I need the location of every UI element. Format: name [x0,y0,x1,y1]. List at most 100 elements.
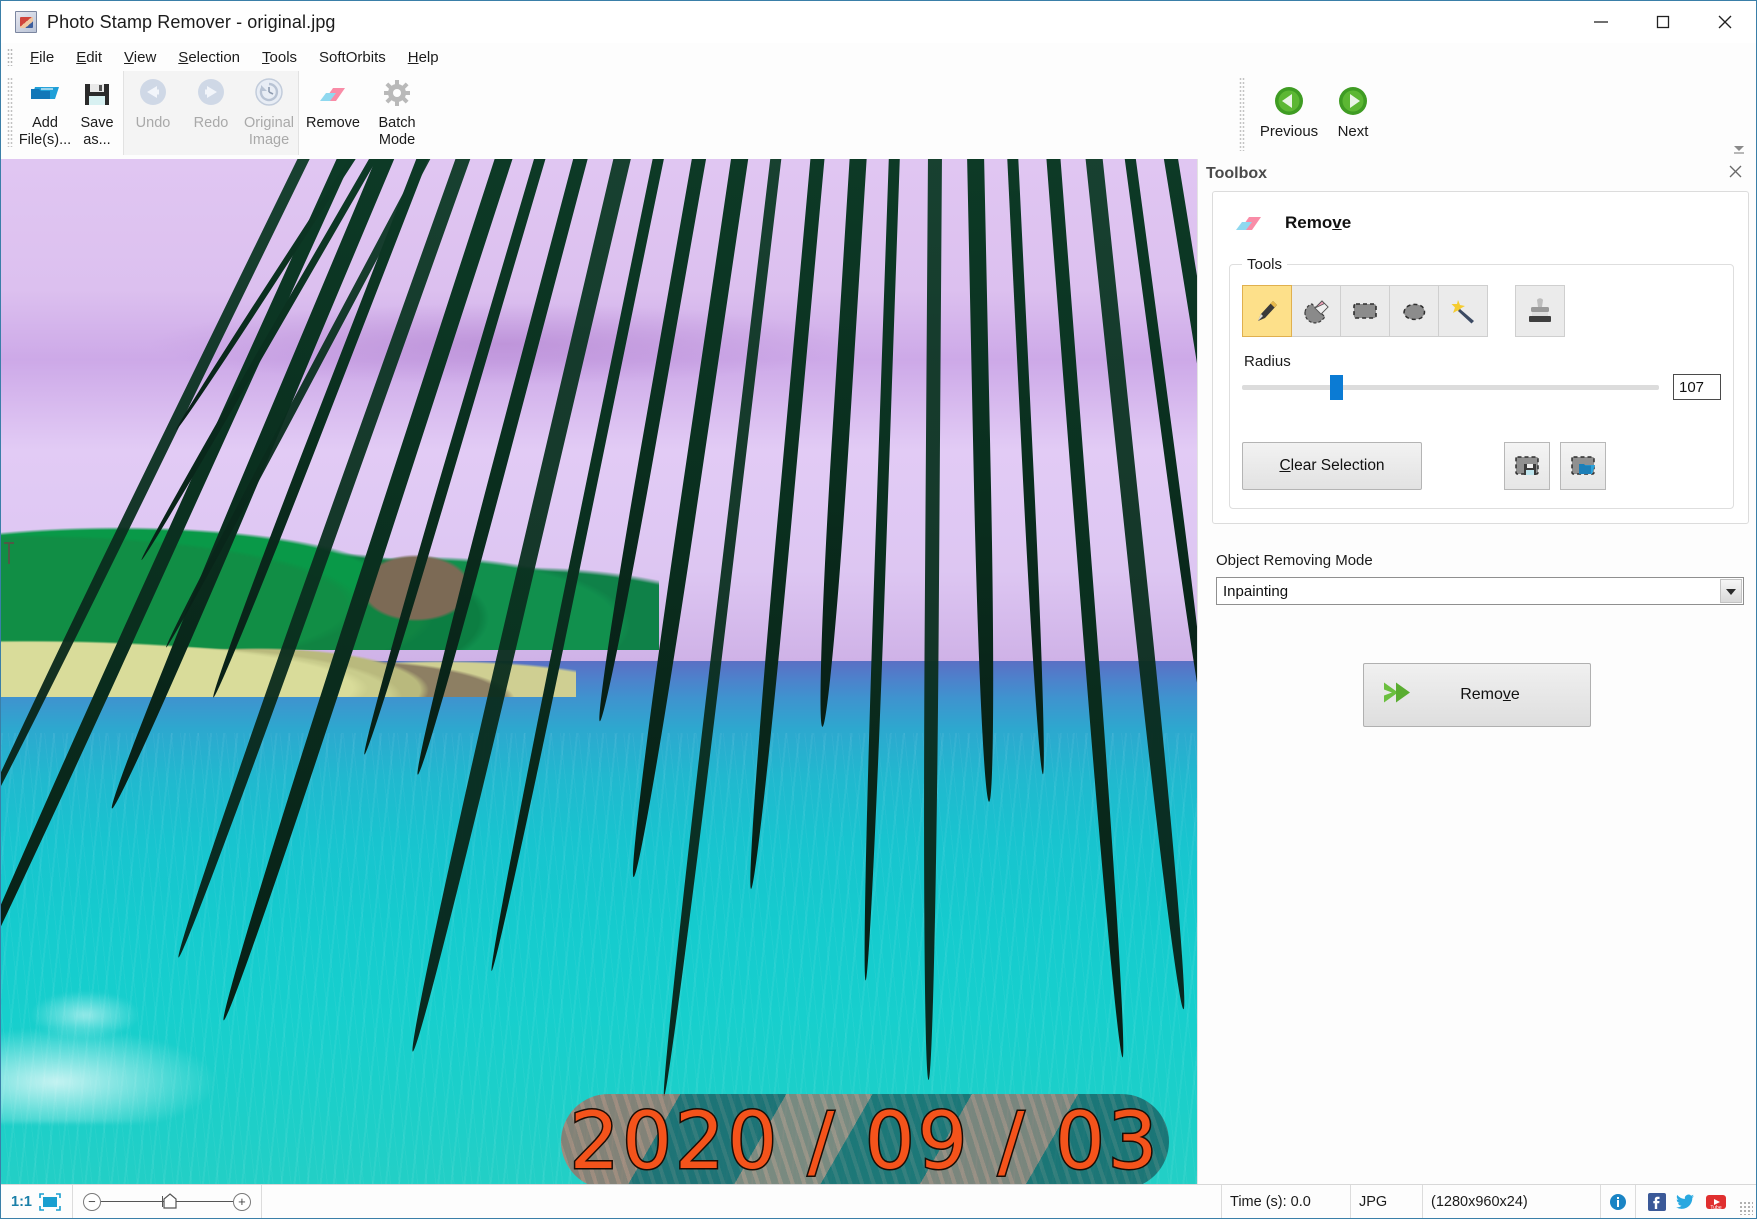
minus-icon[interactable]: − [83,1193,101,1211]
add-files-button[interactable]: Add File(s)... [19,71,71,153]
menu-item-softorbits[interactable]: SoftOrbits [308,47,397,68]
tool-pencil[interactable] [1242,285,1292,337]
eraser-tool-icon [1301,296,1331,326]
save-selection-icon [1513,452,1541,480]
window-controls [1570,1,1756,43]
batch-mode-button[interactable]: Batch Mode [367,71,427,153]
menu-item-edit[interactable]: Edit [65,47,113,68]
menu-item-view[interactable]: View [113,47,167,68]
menu-item-help[interactable]: Help [397,47,450,68]
redo-button[interactable]: Redo [182,71,240,153]
radius-label: Radius [1244,353,1721,370]
save-as-button[interactable]: Save as... [71,71,123,153]
rectangle-select-icon [1350,296,1380,326]
tool-magic-wand[interactable] [1438,285,1488,337]
ribbon-grip[interactable] [7,77,13,147]
tools-fieldset: Tools [1229,256,1734,509]
toolbox-panel: Toolbox Remove Tools [1197,159,1756,1184]
previous-button[interactable]: Previous [1257,71,1321,140]
add-files-icon [28,77,62,111]
tool-rectangle-select[interactable] [1340,285,1390,337]
twitter-icon[interactable] [1676,1193,1695,1211]
zoom-slider[interactable]: − + [72,1185,262,1218]
radius-slider-track [1242,385,1659,390]
watermark-text: 2020 / 09 / 03 [570,1103,1161,1181]
radius-row: 107 [1242,374,1721,400]
tool-lasso-select[interactable] [1389,285,1439,337]
undo-label: Undo [136,115,171,132]
minimize-icon[interactable] [1570,1,1632,43]
youtube-icon[interactable]: Tube [1705,1193,1727,1211]
next-button[interactable]: Next [1321,71,1385,140]
lasso-icon [1399,296,1429,326]
eraser-icon [1229,206,1269,240]
original-image-button[interactable]: Original Image [240,71,298,153]
facebook-icon[interactable] [1648,1193,1666,1211]
resize-grip[interactable] [1739,1201,1753,1215]
green-right-arrow-icon [1337,85,1369,117]
green-left-arrow-icon [1273,85,1305,117]
social-links: Tube [1636,1185,1739,1218]
radius-value-input[interactable]: 107 [1673,374,1721,400]
save-selection-button[interactable] [1504,442,1550,490]
status-spacer [262,1185,1221,1218]
chevron-down-icon[interactable] [1720,579,1742,603]
title-bar: Photo Stamp Remover - original.jpg [1,1,1756,43]
remove-ribbon-label: Remove [306,115,360,132]
previous-label: Previous [1260,123,1318,140]
object-removing-mode-select[interactable]: Inpainting [1216,577,1744,605]
close-icon[interactable] [1694,1,1756,43]
selection-actions-row: Clear Selection [1242,442,1721,490]
zoom-ratio-label: 1:1 [1,1185,38,1218]
sky-cloud-band [145,303,863,385]
main-body: 2020 / 09 / 03 Toolbox Remove [1,159,1756,1184]
stamp-icon [1525,296,1555,326]
remove-tool-label: Remove [1285,213,1351,233]
radius-slider-thumb[interactable] [1330,375,1343,400]
load-selection-button[interactable] [1560,442,1606,490]
tools-group-label: Tools [1242,256,1287,273]
menu-item-selection[interactable]: Selection [167,47,251,68]
format-status: JPG [1351,1185,1423,1218]
redo-label: Redo [194,115,229,132]
magic-wand-icon [1448,296,1478,326]
info-icon [1609,1193,1627,1211]
nav-grip [1239,77,1245,151]
image-canvas[interactable]: 2020 / 09 / 03 [1,159,1197,1184]
batch-mode-label: Batch Mode [367,115,427,149]
clear-selection-button[interactable]: Clear Selection [1242,442,1422,490]
fit-to-window-icon [38,1192,62,1212]
info-button[interactable] [1601,1185,1636,1218]
add-files-label: Add File(s)... [19,115,71,149]
pencil-icon [1252,296,1282,326]
radius-slider[interactable] [1242,374,1659,400]
menu-item-file[interactable]: File [19,47,65,68]
undo-button[interactable]: Undo [124,71,182,153]
tool-stamp[interactable] [1515,285,1565,337]
menu-grip[interactable] [7,48,13,66]
svg-text:Tube: Tube [1710,1205,1721,1211]
menu-item-tools[interactable]: Tools [251,47,308,68]
date-watermark[interactable]: 2020 / 09 / 03 [561,1094,1169,1184]
ribbon-expand-icon[interactable] [1730,143,1748,157]
zoom-slider-thumb[interactable] [163,1193,177,1213]
maximize-icon[interactable] [1632,1,1694,43]
status-bar: 1:1 − + Time (s): 0.0 JPG [1,1184,1756,1218]
menu-bar: File Edit View Selection Tools SoftOrbit… [1,43,1756,71]
gear-icon [380,77,414,111]
tool-eraser[interactable] [1291,285,1341,337]
next-label: Next [1338,123,1369,140]
island-region [1,482,659,697]
close-icon[interactable] [1725,165,1746,183]
remove-action-button[interactable]: Remove [1363,663,1591,727]
toolbox-header: Toolbox [1198,159,1756,189]
object-removing-mode-value: Inpainting [1223,583,1288,600]
time-status: Time (s): 0.0 [1221,1185,1351,1218]
remove-ribbon-button[interactable]: Remove [299,71,367,153]
eraser-icon [316,77,350,111]
redo-icon [194,77,228,111]
fit-to-window-button[interactable] [38,1185,72,1218]
surf-foam-secondary [25,989,145,1040]
plus-icon[interactable]: + [233,1193,251,1211]
zoom-slider-track [101,1201,233,1202]
